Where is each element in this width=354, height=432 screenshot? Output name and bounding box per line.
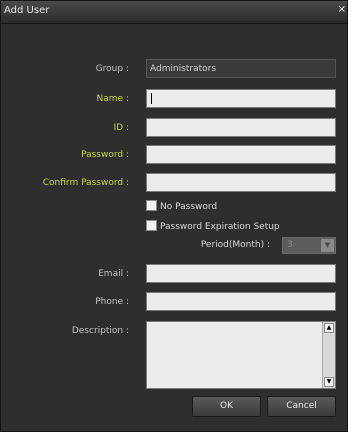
description-textarea[interactable]: ▲ ▼ — [146, 321, 336, 389]
name-input[interactable] — [146, 89, 336, 108]
email-input[interactable] — [146, 264, 336, 283]
cancel-button[interactable]: Cancel — [267, 396, 336, 417]
chevron-down-icon[interactable]: ▼ — [321, 239, 334, 252]
no-password-label: No Password — [160, 202, 218, 212]
close-icon[interactable]: × — [338, 4, 346, 15]
group-value: Administrators — [146, 59, 336, 78]
period-label: Period(Month) : — [200, 240, 270, 250]
id-label: ID : — [113, 123, 129, 133]
password-expiration-label: Password Expiration Setup — [160, 222, 280, 232]
description-label: Description : — [71, 326, 129, 336]
password-expiration-checkbox[interactable] — [146, 220, 157, 231]
add-user-dialog: Add User × Group : Administrators Name :… — [0, 0, 348, 432]
ok-button[interactable]: OK — [192, 396, 261, 417]
phone-label: Phone : — [95, 297, 129, 307]
confirm-password-label: Confirm Password : — [42, 178, 129, 188]
password-label: Password : — [81, 150, 129, 160]
phone-input[interactable] — [146, 292, 336, 311]
confirm-password-input[interactable] — [146, 173, 336, 192]
description-scrollbar[interactable]: ▲ ▼ — [322, 322, 335, 388]
password-expiration-option[interactable]: Password Expiration Setup — [146, 220, 280, 232]
no-password-option[interactable]: No Password — [146, 200, 217, 212]
group-label: Group : — [95, 64, 129, 74]
scroll-up-icon[interactable]: ▲ — [324, 323, 334, 333]
no-password-checkbox[interactable] — [146, 200, 157, 211]
email-label: Email : — [98, 269, 129, 279]
period-value: 3 — [287, 240, 293, 250]
title-bar[interactable]: Add User × — [1, 1, 347, 24]
period-select[interactable]: 3 ▼ — [282, 237, 336, 254]
password-input[interactable] — [146, 145, 336, 164]
dialog-title: Add User — [4, 5, 50, 16]
scroll-down-icon[interactable]: ▼ — [324, 377, 334, 387]
id-input[interactable] — [146, 118, 336, 137]
name-label: Name : — [96, 94, 129, 104]
